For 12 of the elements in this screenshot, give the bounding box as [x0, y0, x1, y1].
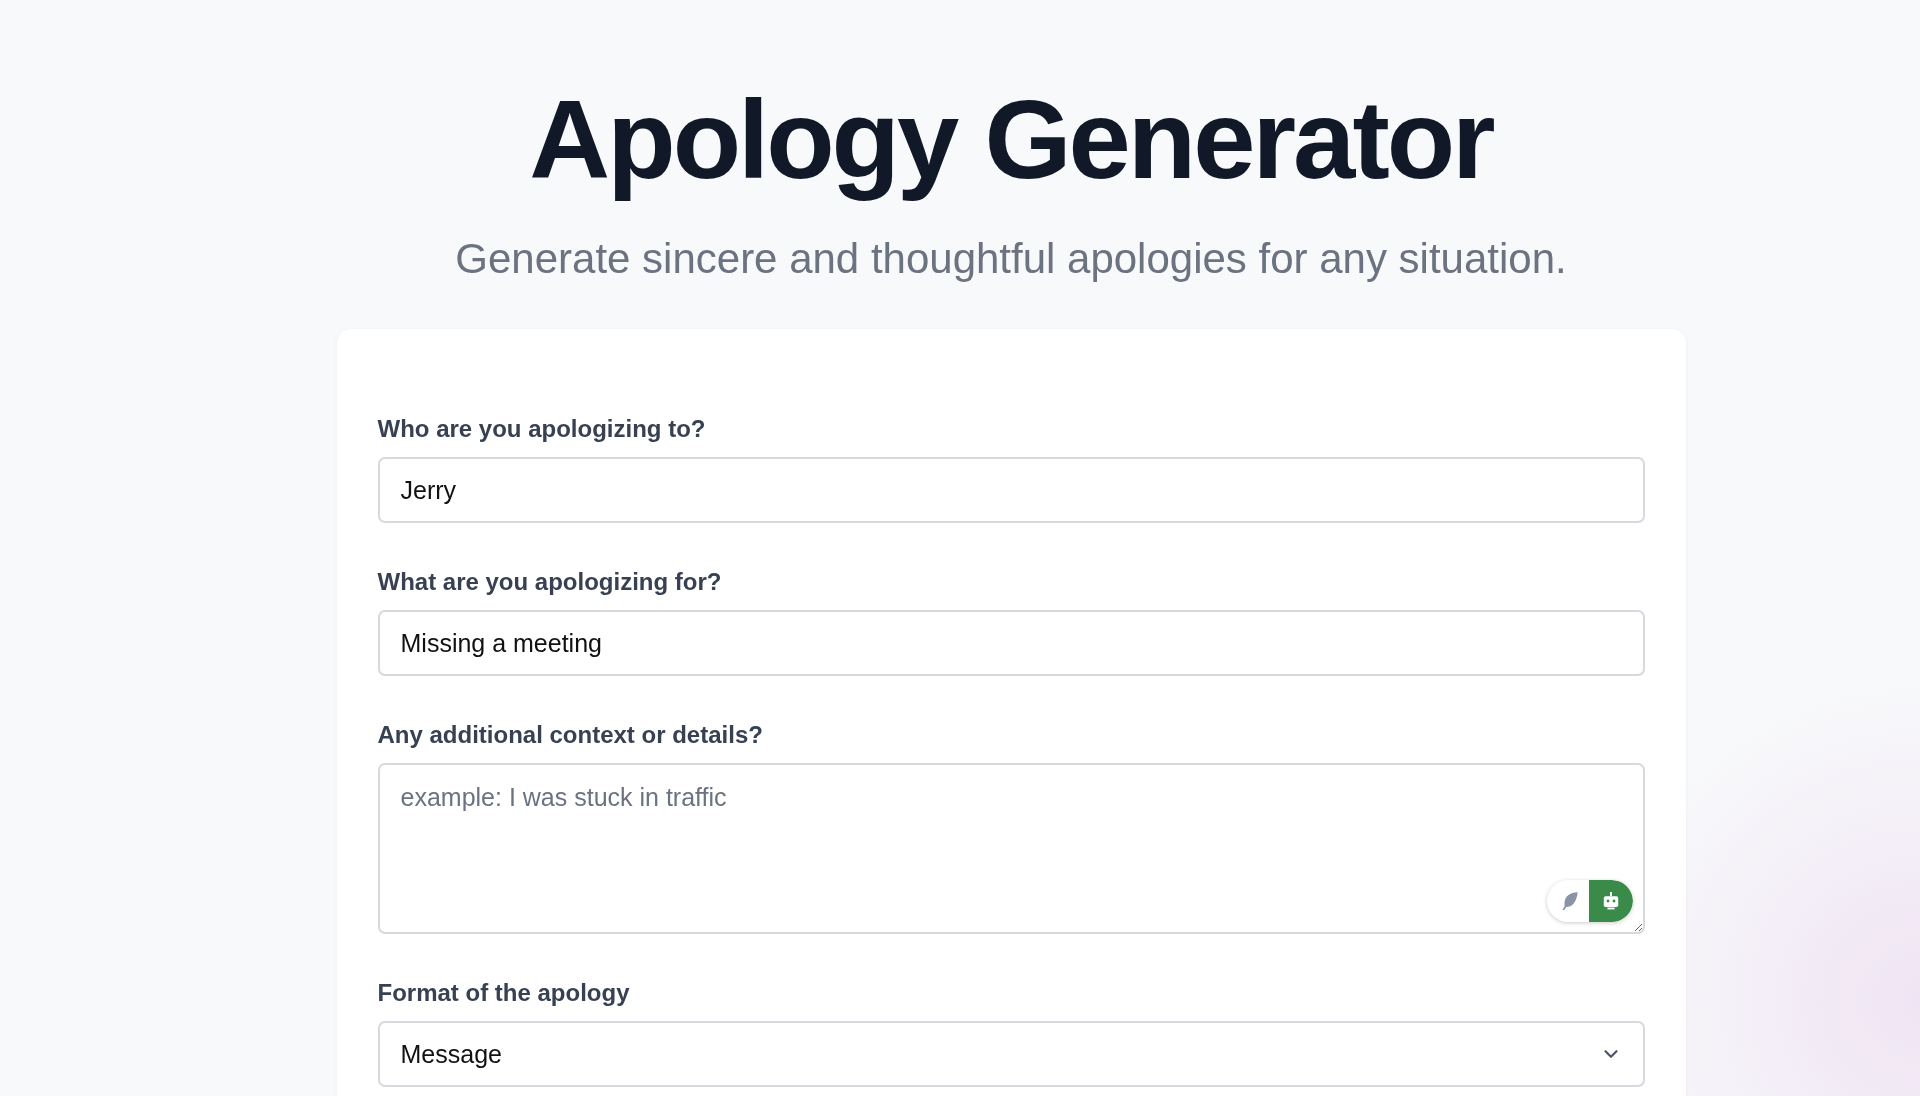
assistant-toggle[interactable] [1546, 880, 1633, 923]
input-field[interactable]: Jerry [377, 457, 1645, 524]
page-subtitle: Generate sincere and thoughtful apologies for any situation. [455, 235, 1567, 284]
text-area[interactable]: example: I was stuck in traffic [377, 763, 1645, 935]
input-field[interactable]: Missing a meeting [377, 610, 1645, 677]
field-label: Who are you apologizing to? [377, 415, 707, 444]
field-label: Format of the apology [377, 979, 631, 1008]
page-title: Apology Generator [529, 78, 1493, 202]
field-label: Any additional context or details? [377, 721, 764, 750]
robot-icon[interactable] [1588, 880, 1633, 923]
format-dropdown[interactable]: Message [377, 1021, 1645, 1088]
field-label: What are you apologizing for? [377, 568, 723, 597]
